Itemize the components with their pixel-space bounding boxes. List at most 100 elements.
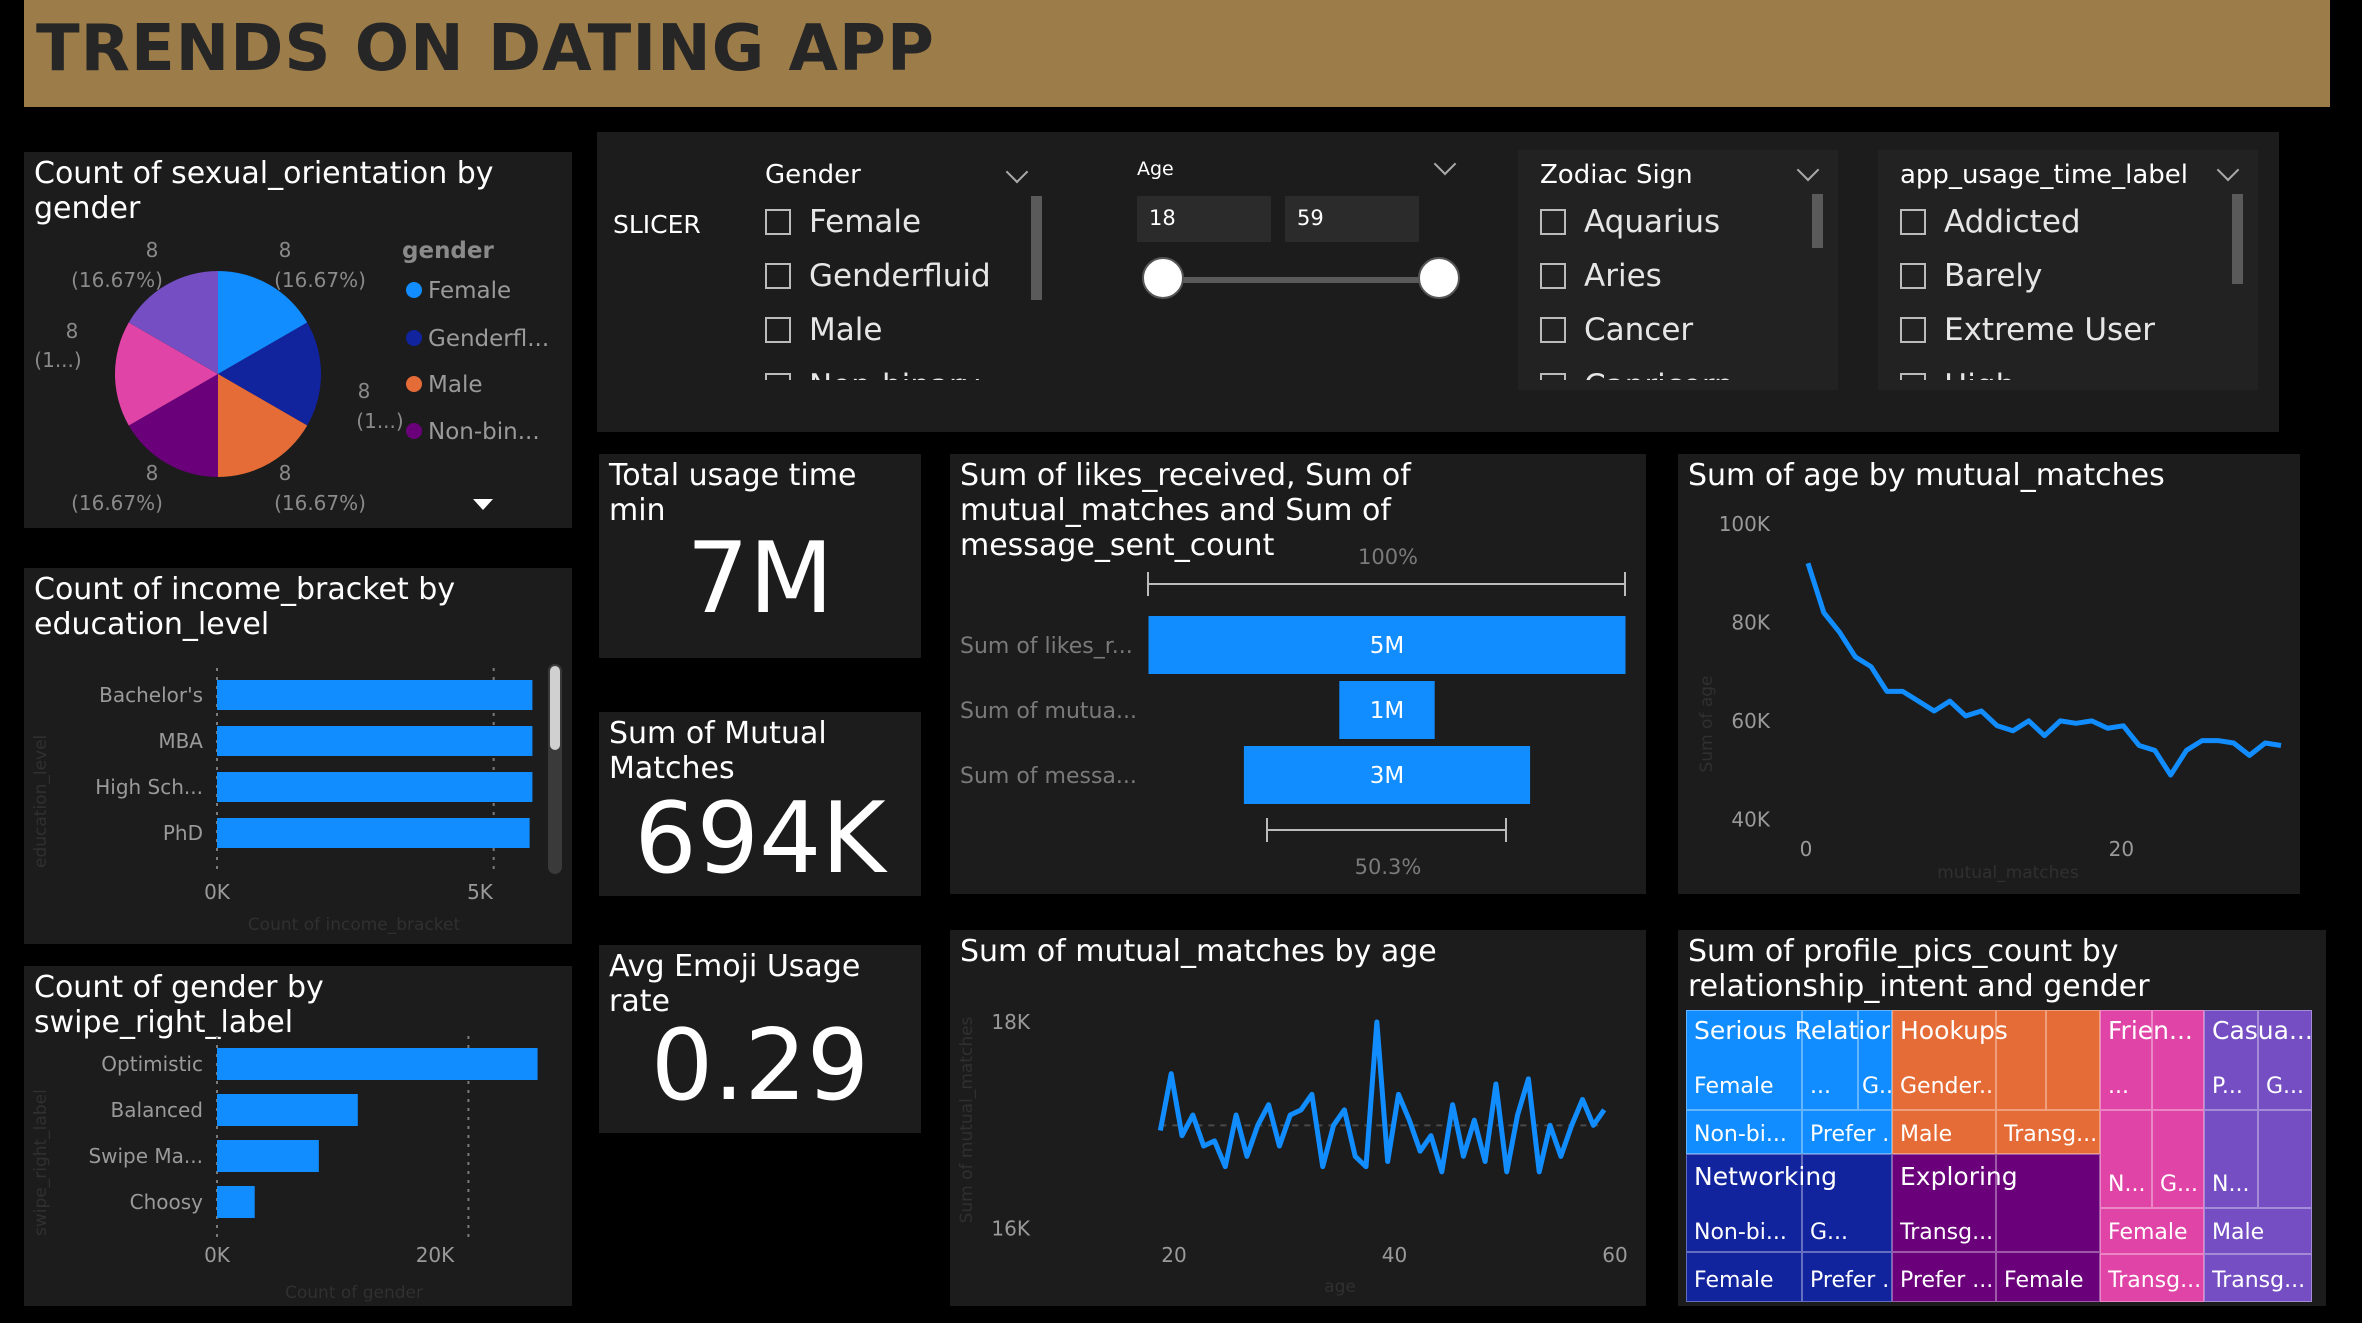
y-axis-label: swipe_right_label xyxy=(31,1089,51,1236)
chevron-down-icon[interactable] xyxy=(1796,158,1820,182)
gender-option-female[interactable]: Female xyxy=(765,204,921,240)
checkbox[interactable] xyxy=(1540,373,1566,380)
y-axis-label: education_level xyxy=(31,735,51,868)
treemap-label: ... xyxy=(1810,1074,1831,1099)
age-slider-track[interactable] xyxy=(1165,277,1441,283)
age-slider-handle-min[interactable] xyxy=(1142,257,1184,299)
kpi-emoji-value: 0.29 xyxy=(650,1009,870,1123)
line-series[interactable] xyxy=(1157,1019,1607,1175)
x-tick: 20 xyxy=(2109,837,2134,861)
gender-option-nonbinary[interactable]: Non-binary xyxy=(765,368,980,380)
checkbox[interactable] xyxy=(1540,209,1566,235)
pie-legend-title: gender xyxy=(402,238,495,264)
treemap-label: Non-bi... xyxy=(1694,1220,1787,1245)
slicer-label: SLICER xyxy=(613,210,701,239)
checkbox[interactable] xyxy=(1540,263,1566,289)
zodiac-option-cancer[interactable]: Cancer xyxy=(1540,312,1693,348)
bar[interactable] xyxy=(217,1140,319,1172)
matches-line-chart: Sum of mutual_matches age 16K 18K 20 40 60 xyxy=(957,1010,1628,1297)
usage-option-high[interactable]: High xyxy=(1900,368,2015,380)
bar[interactable] xyxy=(217,1094,358,1126)
gender-slicer-title: Gender xyxy=(765,160,861,190)
y-tick-label: Swipe Ma... xyxy=(88,1144,203,1168)
bar[interactable] xyxy=(217,1048,538,1080)
x-tick: 20 xyxy=(1161,1243,1186,1267)
bar[interactable] xyxy=(217,772,533,802)
y-axis-label: Sum of age xyxy=(1697,676,1717,773)
bar[interactable] xyxy=(217,680,533,710)
bar[interactable] xyxy=(217,726,533,756)
zodiac-option-capricorn[interactable]: Capricorn xyxy=(1540,368,1734,380)
usage-option-barely[interactable]: Barely xyxy=(1900,258,2042,294)
option-label: Addicted xyxy=(1944,204,2081,240)
usage-option-extreme-user[interactable]: Extreme User xyxy=(1900,312,2155,348)
gender-option-male[interactable]: Male xyxy=(765,312,882,348)
legend-dot-nonbinary xyxy=(406,423,422,439)
gender-option-genderfluid[interactable]: Genderfluid xyxy=(765,258,991,294)
treemap-cell-casual-b[interactable] xyxy=(2258,1110,2312,1208)
x-tick: 5K xyxy=(467,880,494,904)
slicer-scrollbar[interactable] xyxy=(2232,194,2243,284)
pie-chart-panel: Count of sexual_orientation by gender 8 … xyxy=(24,152,572,528)
x-tick: 0 xyxy=(1800,837,1813,861)
checkbox[interactable] xyxy=(1540,317,1566,343)
funnel-chart: 100% 50.3% 5M Sum of likes_r... 1M Sum of m… xyxy=(960,545,1626,879)
line-series[interactable] xyxy=(1805,562,2282,778)
kpi-matches-card: Sum of Mutual Matches 694K xyxy=(599,712,921,896)
legend-scroll-down-icon[interactable] xyxy=(473,499,493,510)
pie-label-percent: (16.67%) xyxy=(274,491,366,515)
treemap-label: ... xyxy=(2108,1074,2129,1099)
y-tick-label: MBA xyxy=(158,729,203,753)
page-title: TRENDS ON DATING APP xyxy=(36,12,935,86)
age-line-panel: Sum of age by mutual_matches Sum of age … xyxy=(1678,454,2300,894)
treemap-label: N... xyxy=(2212,1172,2250,1197)
checkbox[interactable] xyxy=(765,373,791,380)
treemap-label: Non-bi... xyxy=(1694,1122,1787,1147)
checkbox[interactable] xyxy=(765,209,791,235)
bar[interactable] xyxy=(217,1186,255,1218)
treemap-chart: Serious Relation... Hookups Frien... Cas… xyxy=(1686,1010,2322,1302)
y-tick-label: High Sch... xyxy=(95,775,203,799)
kpi-matches-title: Sum of Mutual Matches xyxy=(609,716,827,786)
bar[interactable] xyxy=(217,818,530,848)
treemap-label: G... xyxy=(1810,1220,1849,1245)
treemap-title: Sum of profile_pics_count by relationshi… xyxy=(1688,934,2150,1004)
checkbox[interactable] xyxy=(1900,317,1926,343)
kpi-usage-value: 7M xyxy=(686,522,834,636)
pie-label-value: 8 xyxy=(279,238,292,262)
checkbox[interactable] xyxy=(765,263,791,289)
legend-item-genderfluid: Genderfl... xyxy=(428,326,549,352)
treemap-cell-hookups-b[interactable] xyxy=(2046,1010,2100,1110)
checkbox[interactable] xyxy=(1900,373,1926,380)
age-max-input[interactable]: 59 xyxy=(1285,196,1419,242)
kpi-matches-value: 694K xyxy=(634,782,886,896)
treemap-label: G... xyxy=(2160,1172,2199,1197)
pie-label-percent: (1...) xyxy=(356,409,403,433)
slicer-scrollbar[interactable] xyxy=(1812,194,1823,248)
treemap-group-label: Exploring xyxy=(1900,1162,2018,1191)
option-label: Cancer xyxy=(1584,312,1694,348)
funnel-panel: Sum of likes_received, Sum of mutual_mat… xyxy=(950,454,1646,894)
treemap-panel: Sum of profile_pics_count by relationshi… xyxy=(1678,930,2326,1306)
x-tick: 0K xyxy=(204,880,231,904)
usage-option-addicted[interactable]: Addicted xyxy=(1900,204,2081,240)
chevron-down-icon[interactable] xyxy=(1005,160,1029,184)
zodiac-option-aquarius[interactable]: Aquarius xyxy=(1540,204,1720,240)
checkbox[interactable] xyxy=(1900,209,1926,235)
age-min-input[interactable]: 18 xyxy=(1137,196,1271,242)
chevron-down-icon[interactable] xyxy=(1433,152,1457,176)
x-axis-label: Count of income_bracket xyxy=(248,915,461,935)
checkbox[interactable] xyxy=(765,317,791,343)
y-tick-label: Optimistic xyxy=(101,1052,203,1076)
slicer-scrollbar[interactable] xyxy=(1031,196,1042,300)
treemap-label: Prefer ... xyxy=(1810,1268,1890,1293)
chevron-down-icon[interactable] xyxy=(2216,158,2240,182)
zodiac-option-aries[interactable]: Aries xyxy=(1540,258,1662,294)
pie-label-value: 8 xyxy=(66,319,79,343)
income-bar-chart: education_level Count of income_bracket … xyxy=(31,668,533,935)
chart-scrollbar-thumb[interactable] xyxy=(550,666,560,750)
pie-label-percent: (16.67%) xyxy=(71,491,163,515)
checkbox[interactable] xyxy=(1900,263,1926,289)
age-slider-handle-max[interactable] xyxy=(1418,257,1460,299)
legend-dot-female xyxy=(406,282,422,298)
